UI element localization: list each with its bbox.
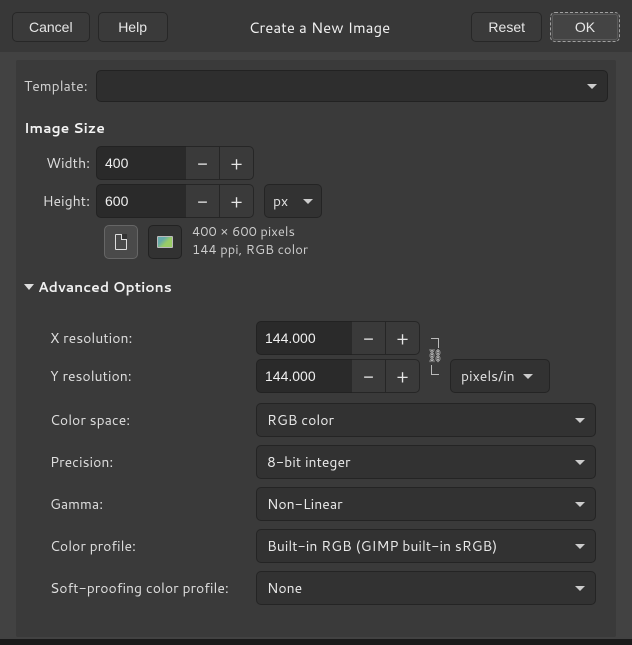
yresolution-decrement[interactable]: − (352, 359, 386, 393)
colorspace-label: Color space: (50, 410, 248, 430)
precision-value: 8-bit integer (267, 452, 575, 472)
image-size-info-ppi: 144 ppi, RGB color (192, 242, 308, 260)
yresolution-spinner: − + (256, 359, 420, 393)
yresolution-increment[interactable]: + (386, 359, 420, 393)
height-spinner: − + (96, 184, 254, 218)
image-size-info-dimensions: 400 × 600 pixels (192, 224, 308, 242)
advanced-options-toggle[interactable]: Advanced Options (24, 277, 608, 297)
resolution-chain-link[interactable]: ⛓ (426, 321, 444, 391)
advanced-options-panel: X resolution: − + Y resolution: − (38, 307, 608, 627)
cancel-button[interactable]: Cancel (12, 12, 90, 42)
colorspace-dropdown[interactable]: RGB color (256, 403, 596, 437)
template-label: Template: (24, 76, 88, 96)
colorprofile-label: Color profile: (50, 536, 248, 556)
xresolution-input[interactable] (256, 321, 352, 355)
portrait-icon (115, 234, 127, 250)
yresolution-input[interactable] (256, 359, 352, 393)
resolution-unit-dropdown[interactable]: pixels/in (450, 359, 550, 393)
colorprofile-dropdown[interactable]: Built-in RGB (GIMP built-in sRGB) (256, 529, 596, 563)
yresolution-label: Y resolution: (50, 366, 248, 386)
precision-label: Precision: (50, 452, 248, 472)
precision-dropdown[interactable]: 8-bit integer (256, 445, 596, 479)
chevron-down-icon (575, 544, 585, 549)
width-increment[interactable]: + (220, 146, 254, 180)
dialog-title: Create a New Image (176, 17, 464, 38)
chevron-down-icon (575, 586, 585, 591)
size-unit-value: px (273, 191, 288, 211)
image-size-heading: Image Size (24, 118, 608, 138)
xresolution-decrement[interactable]: − (352, 321, 386, 355)
softproof-label: Soft-proofing color profile: (50, 578, 248, 598)
gamma-value: Non-Linear (267, 494, 575, 514)
xresolution-increment[interactable]: + (386, 321, 420, 355)
chain-icon: ⛓ (427, 350, 444, 363)
gamma-label: Gamma: (50, 494, 248, 514)
chevron-down-icon (303, 199, 313, 204)
reset-button[interactable]: Reset (471, 12, 542, 42)
colorprofile-value: Built-in RGB (GIMP built-in sRGB) (267, 536, 575, 556)
help-button[interactable]: Help (98, 12, 168, 42)
softproof-value: None (267, 578, 575, 598)
ok-button[interactable]: OK (550, 12, 620, 42)
chevron-down-icon (587, 84, 597, 89)
chevron-down-icon (575, 460, 585, 465)
width-decrement[interactable]: − (186, 146, 220, 180)
resolution-unit-value: pixels/in (461, 366, 515, 386)
advanced-options-label: Advanced Options (38, 277, 172, 297)
chevron-down-icon (575, 418, 585, 423)
height-decrement[interactable]: − (186, 184, 220, 218)
chevron-down-icon (575, 502, 585, 507)
colorspace-value: RGB color (267, 410, 575, 430)
height-label: Height: (38, 191, 90, 211)
triangle-down-icon (24, 284, 34, 290)
height-increment[interactable]: + (220, 184, 254, 218)
orientation-portrait-button[interactable] (104, 225, 138, 259)
template-dropdown[interactable] (96, 70, 608, 102)
landscape-icon (157, 236, 173, 248)
gamma-dropdown[interactable]: Non-Linear (256, 487, 596, 521)
softproof-dropdown[interactable]: None (256, 571, 596, 605)
xresolution-label: X resolution: (50, 328, 248, 348)
size-unit-dropdown[interactable]: px (264, 184, 322, 218)
titlebar: Cancel Help Create a New Image Reset OK (0, 0, 632, 52)
width-input[interactable] (96, 146, 186, 180)
orientation-landscape-button[interactable] (148, 225, 182, 259)
width-label: Width: (38, 153, 90, 173)
chevron-down-icon (523, 374, 533, 379)
height-input[interactable] (96, 184, 186, 218)
image-size-info: 400 × 600 pixels 144 ppi, RGB color (192, 224, 308, 259)
xresolution-spinner: − + (256, 321, 420, 355)
width-spinner: − + (96, 146, 254, 180)
